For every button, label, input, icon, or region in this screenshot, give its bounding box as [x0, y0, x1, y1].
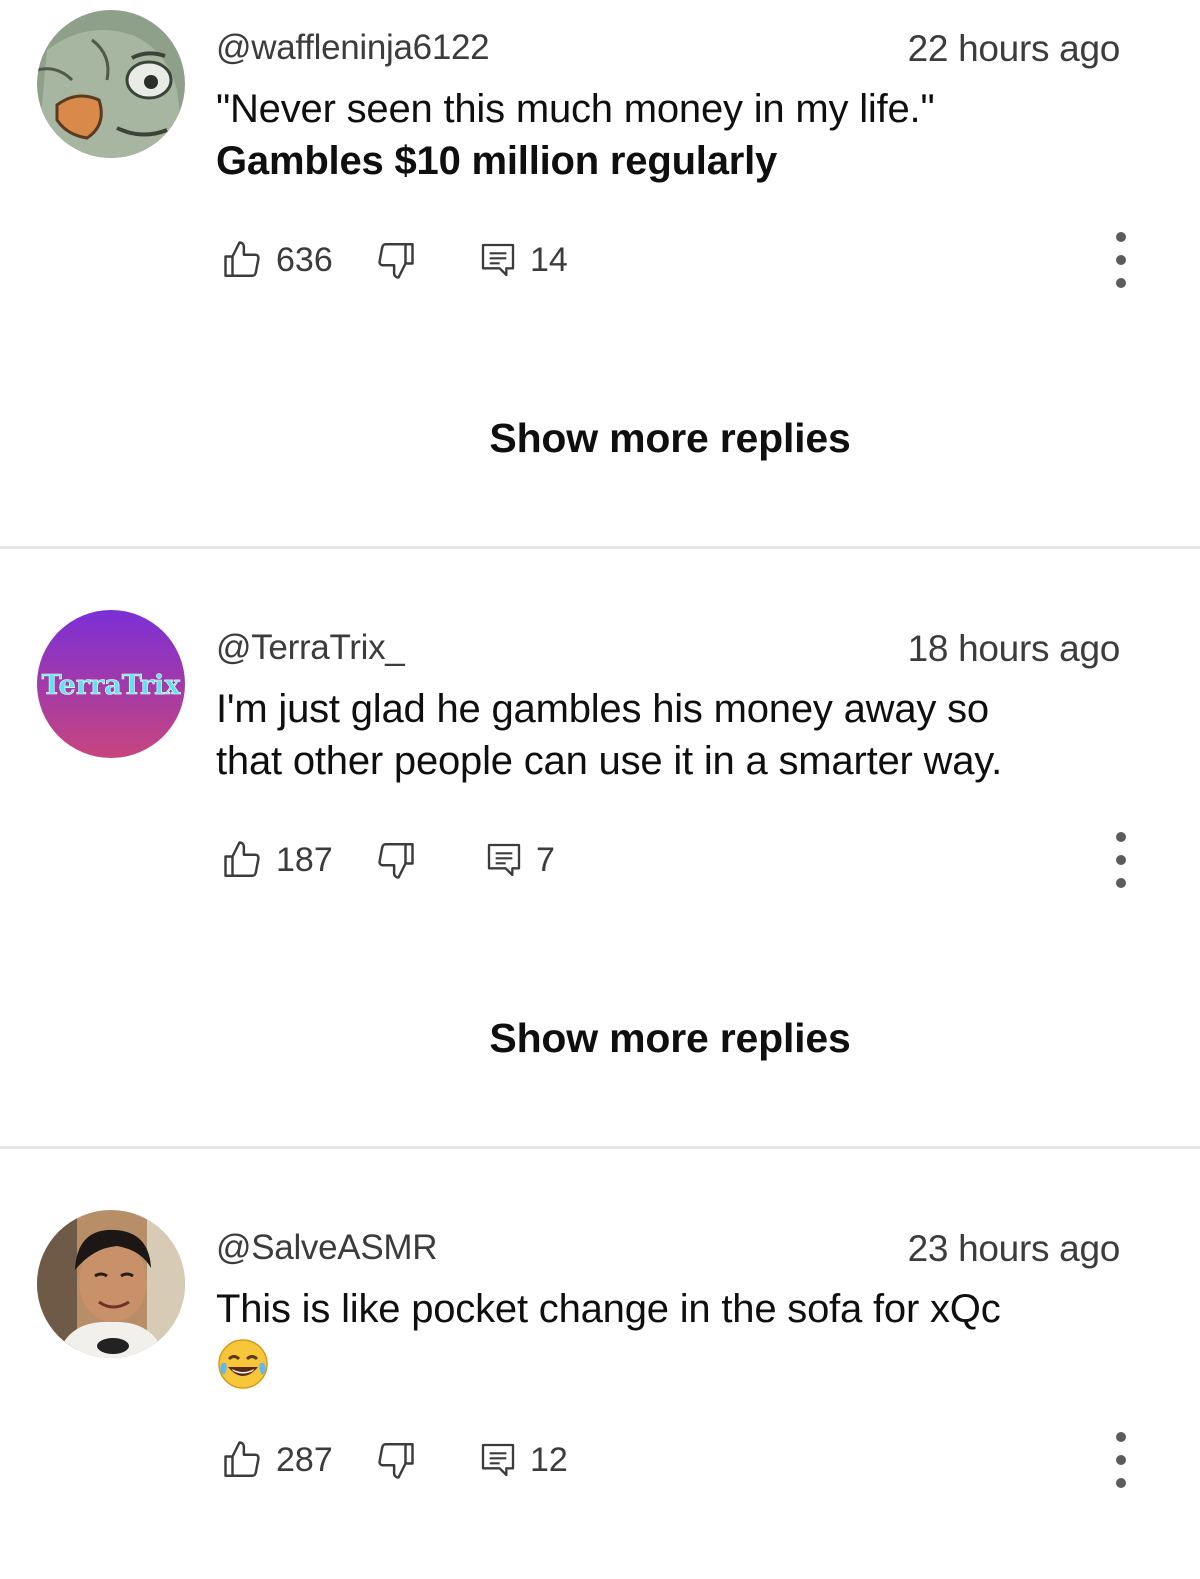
- like-count: 636: [276, 240, 333, 279]
- terratrix-avatar-image: TerraTrix: [37, 610, 185, 758]
- more-vert-icon[interactable]: [1106, 832, 1136, 888]
- comment-timestamp: 23 hours ago: [907, 1228, 1121, 1269]
- comment-author-handle[interactable]: @TerraTrix_: [216, 628, 405, 668]
- comment-text: This is like pocket change in the sofa f…: [216, 1283, 1126, 1404]
- dislike-button[interactable]: [374, 235, 416, 285]
- like-count: 287: [276, 1440, 333, 1479]
- divider: [0, 1146, 1200, 1149]
- thumbs-down-icon: [378, 843, 414, 879]
- like-button[interactable]: 636: [222, 235, 333, 285]
- dislike-button[interactable]: [374, 1435, 416, 1485]
- comment-timestamp: 18 hours ago: [907, 628, 1121, 669]
- reply-comment-icon: [481, 243, 515, 277]
- more-vert-icon[interactable]: [1106, 232, 1136, 288]
- avatar[interactable]: [37, 1210, 185, 1358]
- reply-count: 14: [530, 240, 568, 279]
- comment-text-line: that other people can use it in a smarte…: [216, 739, 1003, 783]
- reply-count: 7: [536, 840, 555, 879]
- comment-text: "Never seen this much money in my life."…: [216, 83, 1126, 187]
- comment-actions: 187 7: [216, 832, 1136, 888]
- comment-text: I'm just glad he gambles his money away …: [216, 683, 1126, 787]
- comment-text-line: Gambles $10 million regularly: [216, 139, 778, 183]
- cartoon-avatar-image: [37, 10, 185, 158]
- avatar[interactable]: TerraTrix: [37, 610, 185, 758]
- dislike-button[interactable]: [374, 835, 416, 885]
- divider: [0, 546, 1200, 549]
- comment-actions: 636 14: [216, 232, 1136, 288]
- comment-actions: 287 12: [216, 1432, 1136, 1488]
- comment-text-line: I'm just glad he gambles his money away …: [216, 687, 989, 731]
- person-avatar-image: [37, 1210, 185, 1358]
- avatar-logo-text: TerraTrix: [42, 670, 182, 701]
- like-count: 187: [276, 840, 333, 879]
- show-more-replies-button[interactable]: Show more replies: [0, 1015, 1200, 1062]
- thumbs-up-icon: [224, 1441, 260, 1477]
- comment-text-line: This is like pocket change in the sofa f…: [216, 1287, 1001, 1331]
- more-vert-icon[interactable]: [1106, 1432, 1136, 1488]
- comment-author-handle[interactable]: @SalveASMR: [216, 1228, 438, 1268]
- thumbs-down-icon: [378, 1443, 414, 1479]
- thumbs-up-icon: [224, 241, 260, 277]
- reply-button[interactable]: 12: [478, 1435, 568, 1485]
- avatar[interactable]: [37, 10, 185, 158]
- thumbs-up-icon: [224, 841, 260, 877]
- like-button[interactable]: 187: [222, 835, 333, 885]
- reply-comment-icon: [481, 1443, 515, 1477]
- like-button[interactable]: 287: [222, 1435, 333, 1485]
- reply-comment-icon: [487, 843, 521, 877]
- reply-count: 12: [530, 1440, 568, 1479]
- face-with-tears-of-joy-icon: [216, 1337, 270, 1391]
- reply-button[interactable]: 7: [484, 835, 555, 885]
- comment-timestamp: 22 hours ago: [907, 28, 1121, 69]
- thumbs-down-icon: [378, 243, 414, 279]
- reply-button[interactable]: 14: [478, 235, 568, 285]
- comment-author-handle[interactable]: @waffleninja6122: [216, 28, 490, 68]
- comment-text-line: "Never seen this much money in my life.": [216, 87, 935, 131]
- show-more-replies-button[interactable]: Show more replies: [0, 415, 1200, 462]
